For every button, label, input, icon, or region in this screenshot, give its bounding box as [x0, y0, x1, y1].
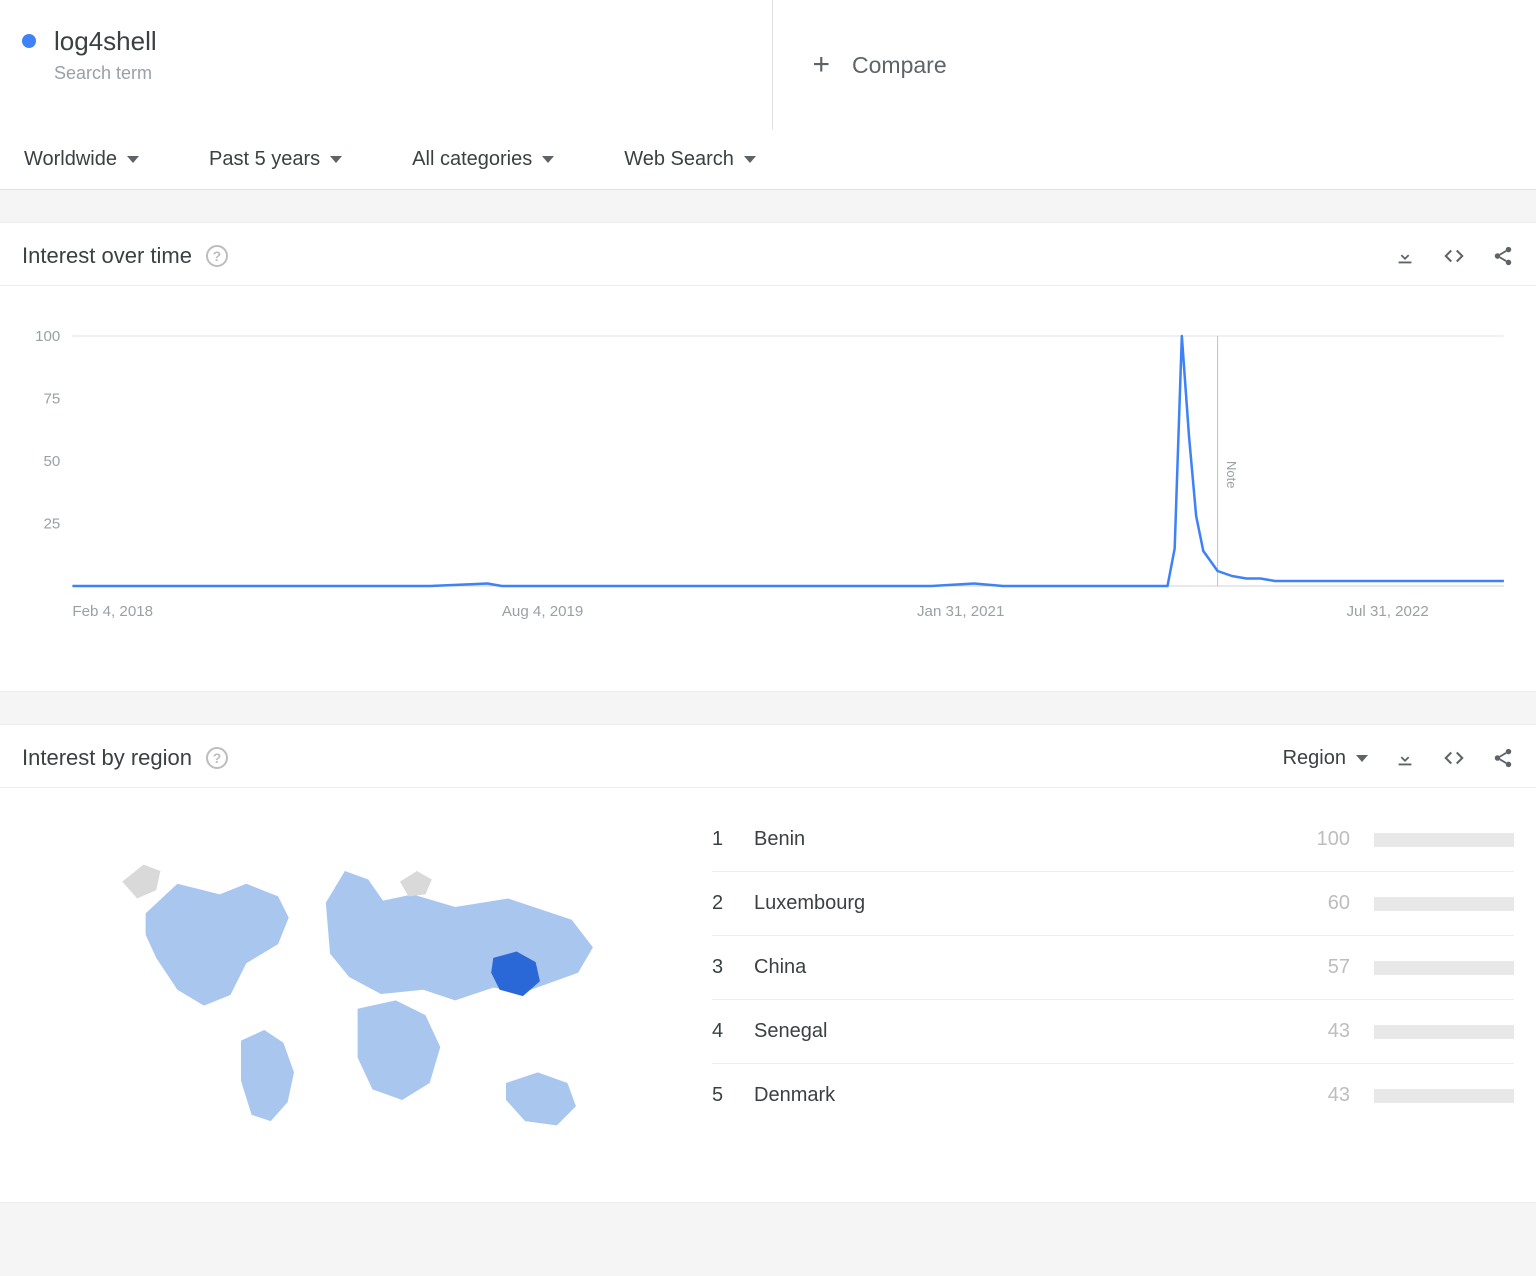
svg-text:Note: Note: [1224, 461, 1239, 488]
filter-time[interactable]: Past 5 years: [209, 148, 342, 171]
region-row[interactable]: 2 Luxembourg 60: [712, 872, 1514, 936]
chevron-down-icon: [330, 156, 342, 163]
filter-geo[interactable]: Worldwide: [24, 148, 139, 171]
download-icon[interactable]: [1394, 245, 1416, 267]
region-bar: [1374, 897, 1514, 911]
svg-text:Feb 4, 2018: Feb 4, 2018: [72, 603, 153, 620]
region-selector[interactable]: Region: [1283, 747, 1368, 770]
region-row[interactable]: 1 Benin 100: [712, 808, 1514, 872]
filter-geo-label: Worldwide: [24, 148, 117, 171]
interest-over-time-chart: 25 50 75 100 Note Feb 4, 2018 Aug 4, 2019 Jan 3…: [0, 286, 1536, 691]
svg-text:Jul 31, 2022: Jul 31, 2022: [1346, 603, 1428, 620]
region-row[interactable]: 4 Senegal 43: [712, 1000, 1514, 1064]
chevron-down-icon: [542, 156, 554, 163]
svg-text:50: 50: [43, 453, 60, 470]
series-color-dot: [22, 34, 36, 48]
panel-title: Interest over time: [22, 243, 192, 269]
filter-search-type[interactable]: Web Search: [624, 148, 756, 171]
embed-icon[interactable]: [1442, 747, 1466, 769]
region-name: Luxembourg: [754, 892, 1276, 915]
svg-text:Jan 31, 2021: Jan 31, 2021: [917, 603, 1004, 620]
chevron-down-icon: [127, 156, 139, 163]
region-name: China: [754, 956, 1276, 979]
region-bar: [1374, 833, 1514, 847]
region-value: 60: [1300, 892, 1350, 915]
region-value: 43: [1300, 1020, 1350, 1043]
svg-text:25: 25: [43, 516, 60, 533]
compare-button[interactable]: + Compare: [773, 0, 1536, 130]
region-row[interactable]: 3 China 57: [712, 936, 1514, 1000]
search-term-subtitle: Search term: [54, 63, 157, 84]
plus-icon: +: [813, 48, 831, 82]
interest-over-time-panel: Interest over time ? 25 50 75 100 Note Feb 4,…: [0, 222, 1536, 692]
region-value: 43: [1300, 1084, 1350, 1107]
search-term-box[interactable]: log4shell Search term: [0, 0, 773, 130]
svg-text:100: 100: [35, 328, 60, 345]
share-icon[interactable]: [1492, 245, 1514, 267]
download-icon[interactable]: [1394, 747, 1416, 769]
filter-time-label: Past 5 years: [209, 148, 320, 171]
panel-title: Interest by region: [22, 745, 192, 771]
svg-text:Aug 4, 2019: Aug 4, 2019: [502, 603, 583, 620]
region-bar: [1374, 961, 1514, 975]
region-name: Denmark: [754, 1084, 1276, 1107]
region-rank: 3: [712, 956, 730, 979]
region-value: 100: [1300, 828, 1350, 851]
region-rank: 4: [712, 1020, 730, 1043]
region-name: Senegal: [754, 1020, 1276, 1043]
search-term-header: log4shell Search term + Compare Worldwid…: [0, 0, 1536, 190]
region-rank: 1: [712, 828, 730, 851]
filter-row: Worldwide Past 5 years All categories We…: [0, 130, 1536, 189]
filter-search-type-label: Web Search: [624, 148, 734, 171]
filter-category[interactable]: All categories: [412, 148, 554, 171]
help-icon[interactable]: ?: [206, 747, 228, 769]
help-icon[interactable]: ?: [206, 245, 228, 267]
embed-icon[interactable]: [1442, 245, 1466, 267]
svg-text:75: 75: [43, 391, 60, 408]
chevron-down-icon: [1356, 755, 1368, 762]
region-bar: [1374, 1089, 1514, 1103]
region-row[interactable]: 5 Denmark 43: [712, 1064, 1514, 1127]
search-term: log4shell: [54, 26, 157, 57]
world-map[interactable]: [22, 808, 672, 1172]
region-list: 1 Benin 100 2 Luxembourg 60 3 China 57 4 Senegal 43…: [712, 808, 1514, 1127]
region-selector-label: Region: [1283, 747, 1346, 770]
region-rank: 2: [712, 892, 730, 915]
region-bar: [1374, 1025, 1514, 1039]
share-icon[interactable]: [1492, 747, 1514, 769]
region-rank: 5: [712, 1084, 730, 1107]
chevron-down-icon: [744, 156, 756, 163]
compare-label: Compare: [852, 52, 947, 79]
region-value: 57: [1300, 956, 1350, 979]
filter-category-label: All categories: [412, 148, 532, 171]
region-name: Benin: [754, 828, 1276, 851]
interest-by-region-panel: Interest by region ? Region: [0, 724, 1536, 1203]
